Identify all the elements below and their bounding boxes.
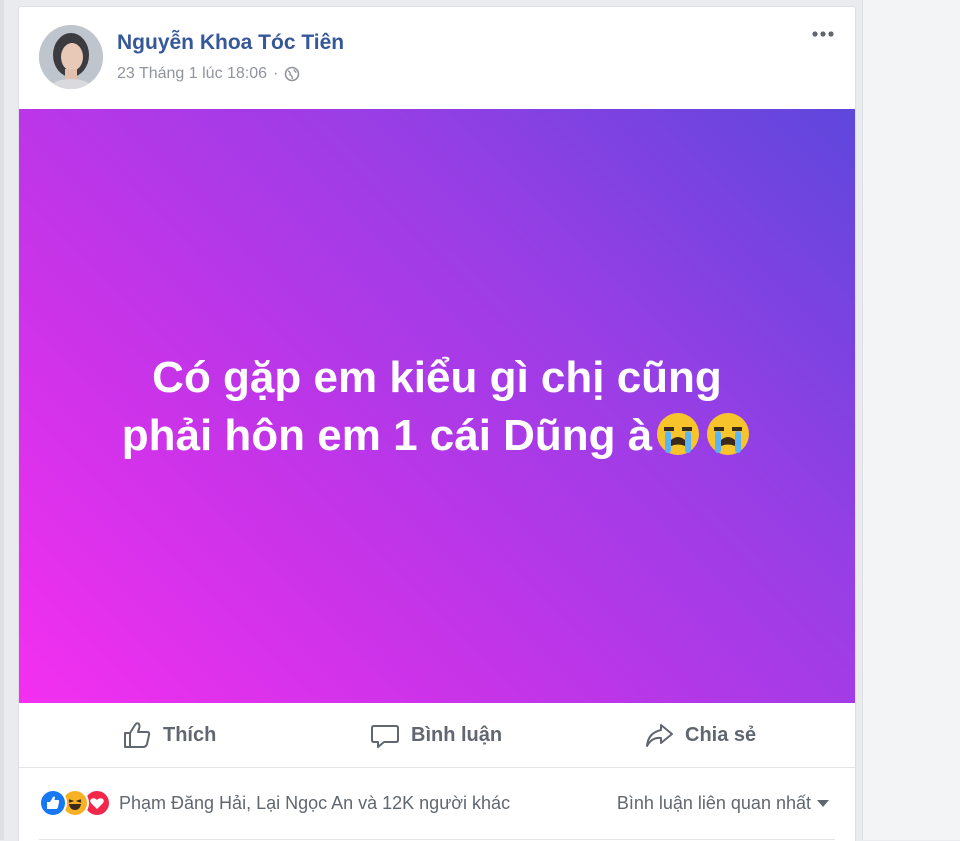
post-text: Có gặp em kiểu gì chị cũng phải hôn em 1… [59, 349, 815, 465]
like-button[interactable]: Thích [121, 715, 216, 755]
right-sidebar [862, 0, 960, 840]
post-meta: 23 Tháng 1 lúc 18:06 · [117, 65, 300, 83]
timestamp[interactable]: 23 Tháng 1 lúc 18:06 [117, 65, 267, 83]
left-page-edge [0, 0, 4, 840]
share-arrow-icon [646, 724, 673, 747]
avatar-image [39, 25, 103, 89]
comment-sort-label: Bình luận liên quan nhất [616, 793, 811, 813]
loudly-crying-face-emoji-icon [704, 410, 752, 458]
thumbs-up-icon [124, 722, 151, 748]
post-header: Nguyễn Khoa Tóc Tiên 23 Tháng 1 lúc 18:0… [19, 7, 855, 109]
reactions-summary[interactable]: Phạm Đăng Hải, Lại Ngọc An và 12K người … [39, 789, 510, 817]
post-text-line-2-text: phải hôn em 1 cái Dũng à [121, 411, 653, 460]
comment-sort-dropdown[interactable]: Bình luận liên quan nhất [617, 793, 829, 814]
post-card: Nguyễn Khoa Tóc Tiên 23 Tháng 1 lúc 18:0… [18, 6, 856, 841]
like-reaction-icon [39, 789, 67, 817]
comment-label: Bình luận [411, 723, 503, 746]
author-name[interactable]: Nguyễn Khoa Tóc Tiên [117, 31, 344, 55]
avatar[interactable] [39, 25, 103, 89]
post-actions-bar: Thích Bình luận Chia sẻ [19, 703, 855, 768]
globe-icon[interactable] [284, 66, 300, 82]
like-label: Thích [163, 723, 217, 746]
post-text-line-1: Có gặp em kiểu gì chị cũng [152, 353, 722, 402]
loudly-crying-face-emoji-icon [654, 410, 702, 458]
post-footer: Phạm Đăng Hải, Lại Ngọc An và 12K người … [19, 767, 855, 841]
more-options-icon[interactable] [809, 23, 837, 51]
share-button[interactable]: Chia sẻ [643, 715, 756, 755]
reaction-names[interactable]: Phạm Đăng Hải, Lại Ngọc An và 12K người … [119, 793, 510, 814]
separator: · [273, 65, 279, 82]
comment-button[interactable]: Bình luận [369, 715, 502, 755]
speech-bubble-icon [371, 725, 399, 748]
post-text-line-2: phải hôn em 1 cái Dũng à [59, 407, 815, 465]
caret-down-icon [817, 800, 829, 807]
colored-background-post: Có gặp em kiểu gì chị cũng phải hôn em 1… [19, 109, 855, 703]
share-label: Chia sẻ [685, 723, 757, 746]
